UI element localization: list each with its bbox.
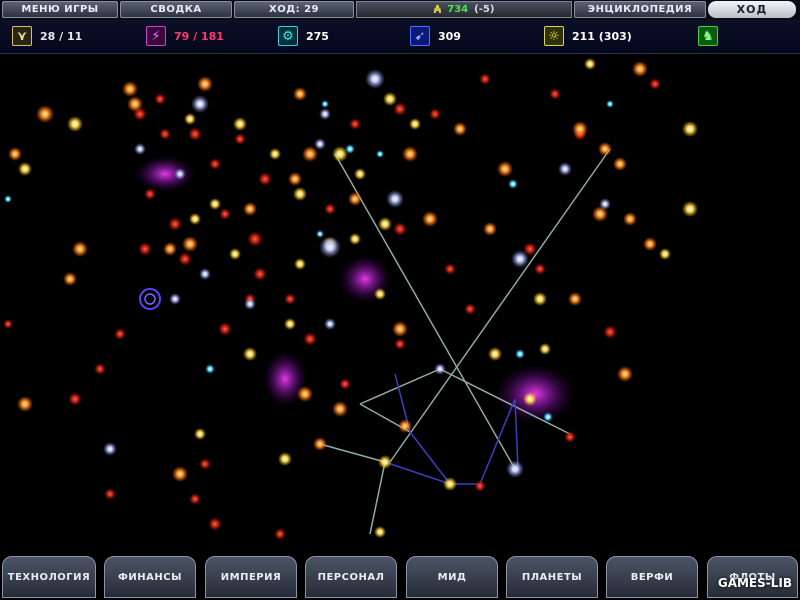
credits-icon: ₳ [433,3,442,16]
turn-indicator: ХОД: 29 [234,1,354,18]
top-bar: МЕНЮ ИГРЫ СВОДКА ХОД: 29 ₳ 734 (-5) ЭНЦИ… [0,0,800,20]
nebula [495,364,575,424]
resource-bar: ⋎ 28 / 11 ⚡ 79 / 181 ⚙ 275 ➹ 309 ☼ 211 (… [0,20,800,54]
supply-routes [319,148,611,535]
tab-technology[interactable]: ТЕХНОЛОГИЯ [2,556,96,598]
military-icon: ♞ [698,26,718,46]
watermark: GAMES-LIB [717,576,792,590]
industry-icon: ⚡ [146,26,166,46]
tab-planets[interactable]: ПЛАНЕТЫ [506,556,598,598]
research-value: 275 [306,29,329,43]
lightbulb-icon: ☼ [544,26,564,46]
game-menu-button[interactable]: МЕНЮ ИГРЫ [2,1,118,18]
summary-button[interactable]: СВОДКА [120,1,232,18]
influence-resource[interactable]: ☼ 211 (303) [544,25,632,47]
encyclopedia-button[interactable]: ЭНЦИКЛОПЕДИЯ [574,1,706,18]
research-resource[interactable]: ⚙ 275 [278,25,329,47]
trade-icon: ➹ [410,26,430,46]
military-resource[interactable]: ♞ [698,25,718,47]
wheat-icon: ⋎ [12,26,32,46]
tab-empire[interactable]: ИМПЕРИЯ [205,556,297,598]
tab-personnel[interactable]: ПЕРСОНАЛ [305,556,397,598]
food-resource[interactable]: ⋎ 28 / 11 [12,25,82,47]
tab-foreign-affairs[interactable]: МИД [406,556,498,598]
credits-value: 734 [447,4,469,15]
trade-resource[interactable]: ➹ 309 [410,25,461,47]
industry-resource[interactable]: ⚡ 79 / 181 [146,25,224,47]
black-hole [139,288,161,310]
tab-finances[interactable]: ФИНАНСЫ [104,556,196,598]
tab-shipyards[interactable]: ВЕРФИ [606,556,698,598]
gear-icon: ⚙ [278,26,298,46]
industry-value: 79 / 181 [174,29,224,43]
star-cluster-orange [8,61,657,482]
food-value: 28 / 11 [40,29,83,43]
end-turn-button[interactable]: ХОД [708,1,796,18]
credits-delta: (-5) [474,4,495,15]
credits-display: ₳ 734 (-5) [356,1,572,18]
influence-value: 211 (303) [572,29,632,43]
star-cluster-red [3,73,661,540]
galaxy-map[interactable] [0,54,800,554]
trade-value: 309 [438,29,461,43]
bottom-nav: ТЕХНОЛОГИЯ ФИНАНСЫ ИМПЕРИЯ ПЕРСОНАЛ МИД … [0,554,800,600]
